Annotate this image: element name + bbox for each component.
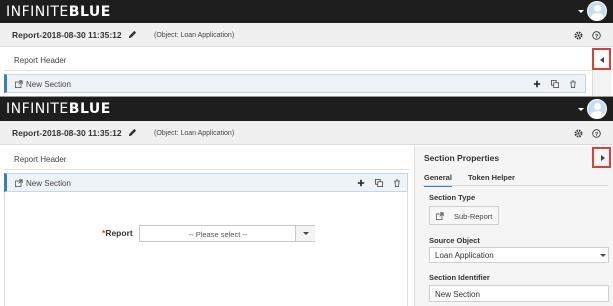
section-label: New Section — [26, 179, 71, 188]
report-title: Report-2018-08-30 11:35:12 — [12, 30, 122, 40]
report-select[interactable]: -- Please select -- — [139, 225, 315, 242]
user-menu-caret-icon[interactable] — [578, 10, 584, 13]
report-header[interactable]: Report Header — [4, 49, 591, 71]
object-label: (Object: Loan Application) — [154, 130, 235, 137]
collapse-panel-button[interactable] — [592, 147, 611, 168]
trash-icon[interactable] — [569, 80, 577, 88]
top-navbar: INFINITEBLUE — [0, 0, 613, 23]
sub-report-button[interactable]: Sub-Report — [429, 206, 499, 225]
report-header-label: Report Header — [14, 56, 67, 65]
help-icon[interactable]: ? — [592, 31, 601, 40]
help-icon[interactable]: ? — [592, 129, 601, 138]
gear-icon[interactable] — [574, 31, 583, 40]
plus-icon[interactable] — [533, 80, 541, 88]
report-header-label: Report Header — [14, 155, 67, 164]
external-link-icon — [15, 80, 23, 88]
copy-icon[interactable] — [551, 80, 559, 88]
source-object-select[interactable]: Loan Application — [429, 247, 609, 263]
trash-icon[interactable] — [393, 179, 401, 187]
user-avatar-icon[interactable] — [587, 99, 607, 119]
gear-icon[interactable] — [574, 129, 583, 138]
section-body — [4, 192, 408, 306]
report-title-bar: Report-2018-08-30 11:35:12 (Object: Loan… — [0, 23, 613, 47]
report-title: Report-2018-08-30 11:35:12 — [12, 128, 122, 138]
chevron-down-icon — [600, 254, 606, 257]
source-object-label: Source Object — [429, 236, 480, 245]
svg-text:?: ? — [595, 34, 599, 40]
chevron-right-icon — [601, 155, 605, 161]
chevron-left-icon — [600, 57, 604, 63]
chevron-down-icon — [303, 232, 309, 235]
section-properties-panel: Section Properties General Token Helper … — [414, 146, 613, 306]
report-title-bar: Report-2018-08-30 11:35:12 (Object: Loan… — [0, 121, 613, 145]
section-identifier-input[interactable]: New Section — [429, 285, 609, 302]
section-label: New Section — [26, 80, 71, 89]
report-header[interactable]: Report Header — [4, 148, 410, 170]
plus-icon[interactable] — [357, 179, 365, 187]
sub-report-label: Sub-Report — [454, 212, 493, 221]
section-identifier-value: New Section — [435, 290, 480, 299]
brand-logo: INFINITEBLUE — [6, 101, 111, 117]
brand-logo: INFINITEBLUE — [6, 4, 111, 20]
select-toggle[interactable] — [295, 226, 315, 241]
svg-text:?: ? — [595, 132, 599, 138]
collapsed-panel-strip — [592, 70, 611, 96]
report-select-value: -- Please select -- — [188, 230, 248, 239]
tab-token-helper[interactable]: Token Helper — [468, 173, 515, 182]
tabs-divider — [421, 185, 608, 186]
external-link-icon — [15, 179, 23, 187]
section-bar[interactable]: New Section — [4, 74, 586, 93]
copy-icon[interactable] — [375, 179, 383, 187]
user-menu-caret-icon[interactable] — [578, 108, 584, 111]
source-object-value: Loan Application — [435, 251, 494, 260]
section-identifier-label: Section Identifier — [429, 273, 490, 282]
top-navbar-expanded: INFINITEBLUE — [0, 97, 613, 121]
external-link-icon — [436, 212, 444, 220]
section-bar[interactable]: New Section — [4, 173, 408, 192]
object-label: (Object: Loan Application) — [154, 32, 235, 39]
user-avatar-icon[interactable] — [587, 1, 607, 21]
expand-panel-button[interactable] — [592, 48, 611, 70]
pencil-icon[interactable] — [128, 128, 137, 137]
pencil-icon[interactable] — [128, 30, 137, 39]
report-field-label: *Report — [102, 228, 133, 238]
panel-title: Section Properties — [424, 153, 500, 163]
section-type-label: Section Type — [429, 193, 476, 202]
